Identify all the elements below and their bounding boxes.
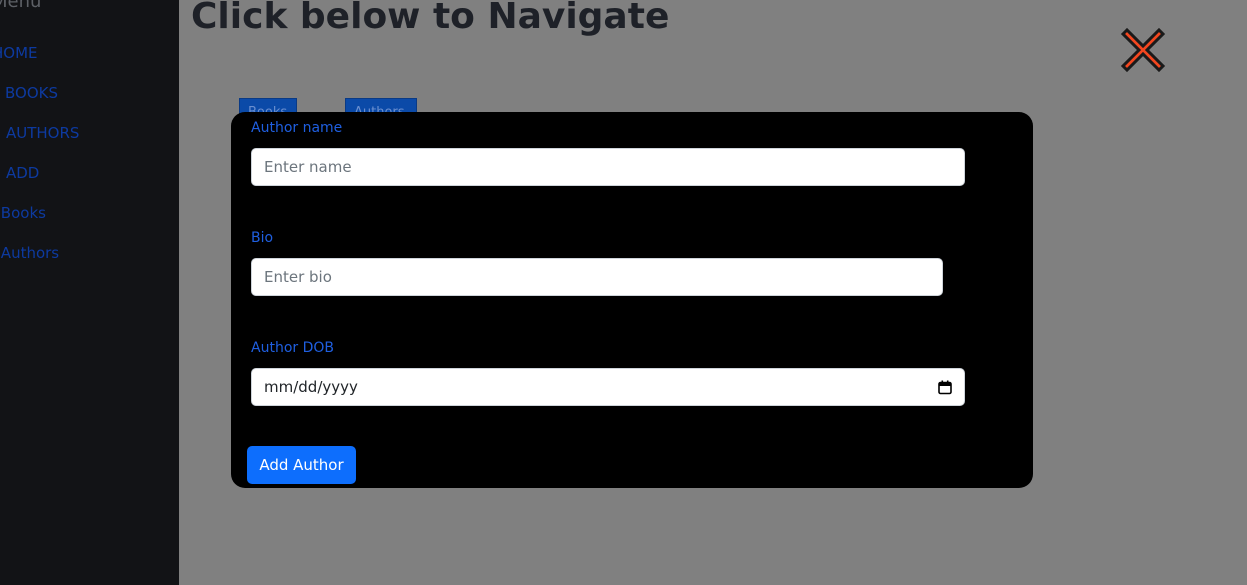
sidebar-item-add-authors[interactable]: Add Authors <box>0 244 59 262</box>
author-name-input[interactable]: Enter name <box>251 148 965 186</box>
bio-placeholder: Enter bio <box>264 268 332 286</box>
add-author-button[interactable]: Add Author <box>247 446 356 484</box>
sidebar-title: Menu <box>0 0 42 12</box>
sidebar-item-add[interactable]: ADD <box>6 164 39 182</box>
author-name-placeholder: Enter name <box>264 158 352 176</box>
page-title: Click below to Navigate <box>191 0 670 37</box>
author-dob-label: Author DOB <box>251 340 334 356</box>
sidebar-item-add-books[interactable]: Add Books <box>0 204 46 222</box>
author-name-label: Author name <box>251 120 343 136</box>
sidebar-item-home[interactable]: HOME <box>0 44 38 62</box>
add-author-modal: Author name Enter name Bio Enter bio Aut… <box>231 112 1033 488</box>
sidebar-item-books[interactable]: BOOKS <box>5 84 58 102</box>
author-dob-value: mm/dd/yyyy <box>264 378 358 396</box>
close-x-icon[interactable] <box>1115 22 1171 78</box>
bio-label: Bio <box>251 230 274 246</box>
sidebar-item-authors[interactable]: AUTHORS <box>6 124 79 142</box>
bio-input[interactable]: Enter bio <box>251 258 943 296</box>
author-dob-input[interactable]: mm/dd/yyyy <box>251 368 965 406</box>
sidebar: Menu HOME BOOKS AUTHORS ADD Add Books Ad… <box>0 0 179 585</box>
calendar-icon[interactable] <box>938 380 952 395</box>
